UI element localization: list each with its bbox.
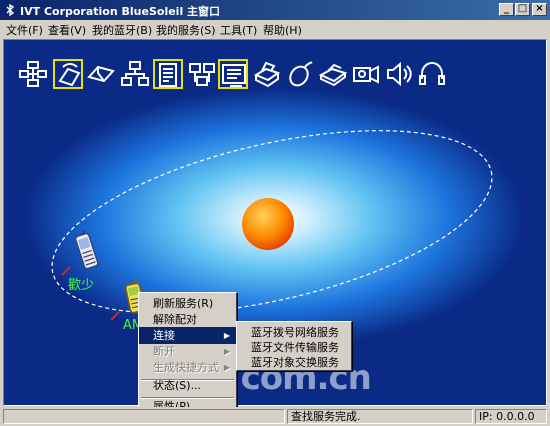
menu-help[interactable]: 帮助(H)	[263, 22, 302, 38]
menu-item-connect[interactable]: 连接 ▶	[139, 327, 236, 344]
submenu-arrow-icon: ▶	[223, 347, 230, 356]
close-button[interactable]: ×	[532, 3, 547, 16]
menu-view[interactable]: 查看(V)	[48, 22, 86, 38]
menu-my-services[interactable]: 我的服务(S)	[156, 22, 216, 38]
device-label: 歡少	[68, 278, 95, 293]
device-context-menu: 刷新服务(R) 解除配对 连接▶ 断开▶ 生成快捷方式▶ 状态(S)... 属性…	[138, 292, 237, 416]
menu-item-disconnect-label: 断开	[153, 345, 175, 358]
submenu-item-object-exchange[interactable]: 蓝牙对象交换服务	[237, 354, 351, 371]
minimize-button[interactable]: _	[499, 3, 514, 16]
menu-item-refresh-services[interactable]: 刷新服务(R)	[139, 295, 236, 312]
bluetooth-icon	[6, 3, 15, 17]
menu-tools[interactable]: 工具(T)	[220, 22, 257, 38]
maximize-button[interactable]: □	[515, 3, 530, 16]
menu-my-bluetooth[interactable]: 我的蓝牙(B)	[92, 22, 152, 38]
window-title: IVT Corporation BlueSoleil 主窗口	[20, 5, 221, 18]
ip-address: IP: 0.0.0.0	[475, 409, 547, 424]
submenu-arrow-icon: ▶	[223, 331, 230, 340]
menu-item-connect-label: 连接	[153, 329, 175, 342]
title-bar[interactable]: IVT Corporation BlueSoleil 主窗口 _ □ ×	[0, 0, 550, 20]
status-bar: 查找服务完成. IP: 0.0.0.0	[0, 407, 550, 426]
local-bluetooth-device-icon[interactable]	[242, 198, 294, 250]
submenu-arrow-icon: ▶	[223, 363, 230, 372]
status-panel-empty	[3, 409, 285, 424]
menu-item-create-shortcut[interactable]: 生成快捷方式 ▶	[139, 359, 236, 376]
menu-item-disconnect[interactable]: 断开 ▶	[139, 343, 236, 360]
status-message: 查找服务完成.	[287, 409, 473, 424]
link-indicator-icon	[110, 311, 120, 321]
mobile-phone-icon[interactable]	[74, 230, 100, 274]
menu-item-unpair[interactable]: 解除配对	[139, 311, 236, 328]
menu-file[interactable]: 文件(F)	[6, 22, 43, 38]
connect-submenu: 蓝牙拨号网络服务 蓝牙文件传输服务 蓝牙对象交换服务	[236, 321, 352, 371]
menu-item-create-shortcut-label: 生成快捷方式	[153, 361, 219, 374]
menu-item-status[interactable]: 状态(S)...	[139, 377, 236, 394]
menu-bar: 文件(F) 查看(V) 我的蓝牙(B) 我的服务(S) 工具(T) 帮助(H)	[0, 20, 550, 38]
